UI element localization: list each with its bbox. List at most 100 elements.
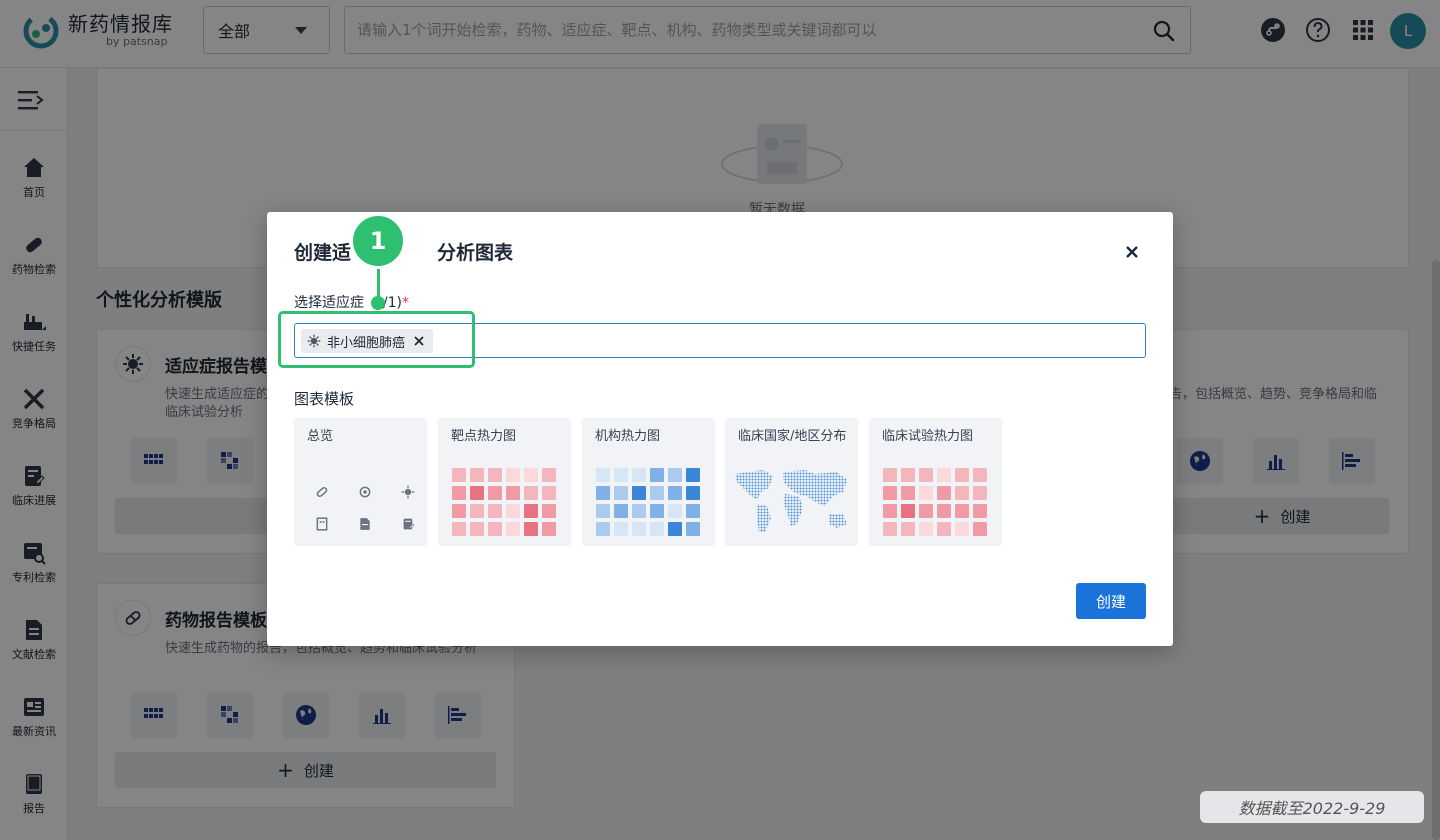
- heatmap-cell: [937, 522, 951, 536]
- heatmap-cell: [686, 468, 700, 482]
- heatmap-cell: [973, 468, 987, 482]
- heatmap-cell: [883, 486, 897, 500]
- target-icon: [351, 478, 379, 506]
- heatmap-cell: [506, 522, 520, 536]
- heatmap-cell: [452, 522, 466, 536]
- heatmap-cell: [901, 486, 915, 500]
- heatmap-cell: [883, 468, 897, 482]
- heatmap-cell: [452, 468, 466, 482]
- close-icon[interactable]: [1122, 242, 1142, 262]
- heatmap-cell: [470, 486, 484, 500]
- heatmap-cell: [506, 504, 520, 518]
- heatmap-cell: [919, 468, 933, 482]
- modal-title-right: 分析图表: [437, 242, 514, 264]
- heatmap-cell: [883, 504, 897, 518]
- template-target-heatmap[interactable]: 靶点热力图: [438, 418, 571, 546]
- template-title: 临床试验热力图: [882, 429, 974, 444]
- heatmap-cell: [542, 522, 556, 536]
- callout-number: 1: [369, 227, 387, 255]
- heatmap-cell: [901, 504, 915, 518]
- heatmap-cell: [488, 486, 502, 500]
- heatmap-cell: [470, 504, 484, 518]
- heatmap-cell: [650, 486, 664, 500]
- modal-title-left: 创建适: [294, 242, 352, 264]
- template-clinical-country-map[interactable]: 临床国家/地区分布: [725, 418, 858, 546]
- template-title: 总览: [307, 429, 334, 444]
- heatmap-cell: [542, 468, 556, 482]
- virus-icon: [394, 478, 422, 506]
- heatmap-cell: [668, 504, 682, 518]
- heatmap-cell: [524, 468, 538, 482]
- template-org-heatmap[interactable]: 机构热力图: [582, 418, 715, 546]
- heatmap-cell: [955, 486, 969, 500]
- heatmap-cell: [614, 522, 628, 536]
- template-clinical-trial-heatmap[interactable]: 临床试验热力图: [869, 418, 1002, 546]
- pill-icon: [308, 478, 336, 506]
- heatmap-cell: [506, 468, 520, 482]
- heatmap-cell: [614, 504, 628, 518]
- heatmap-cell: [937, 504, 951, 518]
- callout-highlight: [278, 311, 475, 368]
- heatmap-cell: [901, 468, 915, 482]
- heatmap-cell: [973, 504, 987, 518]
- chart-template-section-label: 图表模板: [294, 390, 355, 408]
- heatmap-cell: [632, 468, 646, 482]
- heatmap-cell: [524, 504, 538, 518]
- template-overview[interactable]: 总览: [294, 418, 427, 546]
- template-title: 临床国家/地区分布: [738, 429, 847, 444]
- clinical-icon: [394, 510, 422, 538]
- create-chart-modal: 创建适 分析图表 选择适应症 1/1)* 非小细胞肺癌 图表模板 总览 靶点热力图: [267, 212, 1173, 646]
- heatmap-cell: [524, 486, 538, 500]
- heatmap-cell: [542, 504, 556, 518]
- heatmap-cell: [596, 486, 610, 500]
- heatmap-cell: [686, 486, 700, 500]
- heatmap-cell: [650, 468, 664, 482]
- heatmap-cell: [919, 522, 933, 536]
- heatmap-cell: [596, 468, 610, 482]
- target-heatmap-preview: [452, 468, 556, 536]
- heatmap-cell: [470, 468, 484, 482]
- org-heatmap-preview: [596, 468, 700, 536]
- heatmap-cell: [901, 522, 915, 536]
- heatmap-cell: [632, 504, 646, 518]
- heatmap-cell: [937, 468, 951, 482]
- heatmap-cell: [919, 504, 933, 518]
- heatmap-cell: [919, 486, 933, 500]
- callout-badge: 1: [350, 213, 406, 269]
- heatmap-cell: [668, 468, 682, 482]
- heatmap-cell: [973, 486, 987, 500]
- heatmap-cell: [596, 504, 610, 518]
- building-icon: [308, 510, 336, 538]
- callout-dot: [371, 296, 385, 310]
- heatmap-cell: [506, 486, 520, 500]
- heatmap-cell: [488, 504, 502, 518]
- heatmap-cell: [614, 468, 628, 482]
- heatmap-cell: [686, 504, 700, 518]
- document-icon: [351, 510, 379, 538]
- heatmap-cell: [614, 486, 628, 500]
- data-date-label: 数据截至2022-9-29: [1200, 791, 1424, 823]
- heatmap-cell: [955, 522, 969, 536]
- heatmap-cell: [973, 522, 987, 536]
- clinical-heatmap-preview: [883, 468, 987, 536]
- heatmap-cell: [686, 522, 700, 536]
- heatmap-cell: [470, 522, 484, 536]
- template-title: 机构热力图: [595, 429, 661, 444]
- heatmap-cell: [955, 468, 969, 482]
- template-title: 靶点热力图: [451, 429, 517, 444]
- required-mark: *: [402, 295, 409, 311]
- heatmap-cell: [955, 504, 969, 518]
- heatmap-cell: [452, 486, 466, 500]
- field-label-left: 选择适应症: [294, 295, 364, 311]
- heatmap-cell: [632, 486, 646, 500]
- heatmap-cell: [883, 522, 897, 536]
- world-map-icon: [735, 470, 847, 532]
- heatmap-cell: [650, 504, 664, 518]
- heatmap-cell: [650, 522, 664, 536]
- heatmap-cell: [668, 522, 682, 536]
- heatmap-cell: [668, 486, 682, 500]
- heatmap-cell: [596, 522, 610, 536]
- heatmap-cell: [937, 486, 951, 500]
- heatmap-cell: [524, 522, 538, 536]
- modal-create-button[interactable]: 创建: [1076, 583, 1146, 619]
